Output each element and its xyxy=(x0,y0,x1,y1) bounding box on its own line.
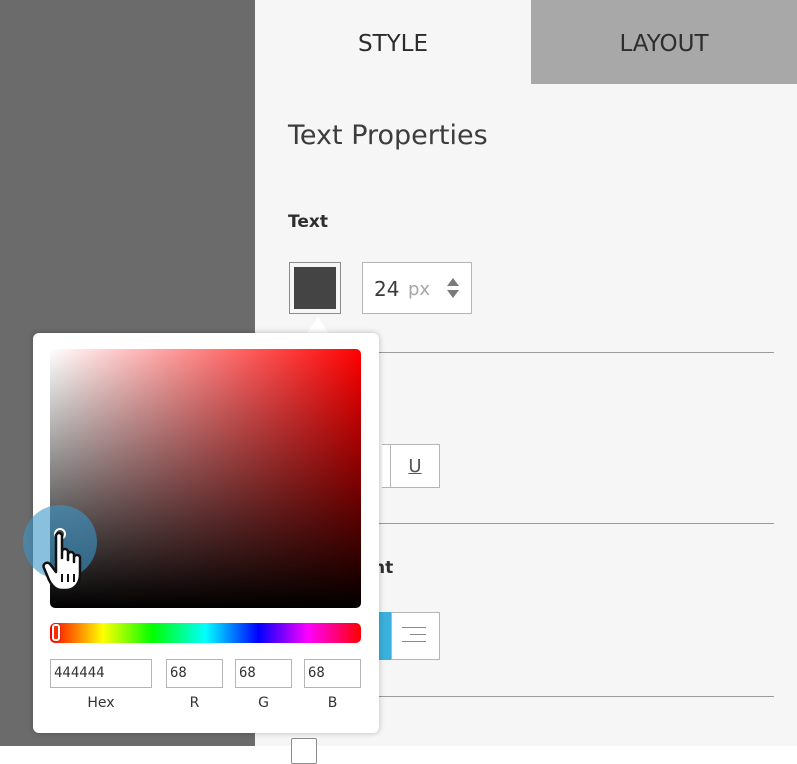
align-right-icon xyxy=(402,627,426,628)
saturation-value-area[interactable] xyxy=(50,349,361,608)
tab-style[interactable]: STYLE xyxy=(255,0,531,84)
font-size-unit: px xyxy=(408,279,431,300)
hue-slider[interactable] xyxy=(50,623,361,643)
font-size-stepper[interactable]: 24 px xyxy=(362,262,472,314)
popup-pointer xyxy=(307,317,329,333)
blue-input[interactable]: 68 xyxy=(304,659,361,688)
green-label: G xyxy=(258,695,269,711)
blue-label: B xyxy=(327,695,338,711)
hex-input[interactable]: 444444 xyxy=(50,659,152,688)
align-right-icon-line xyxy=(402,641,426,642)
hex-label: Hex xyxy=(87,695,115,711)
swatch-fill xyxy=(294,267,336,309)
underline-button[interactable]: U xyxy=(390,444,440,488)
align-right-button[interactable] xyxy=(391,612,440,660)
hue-slider-handle[interactable] xyxy=(52,624,60,641)
tab-layout[interactable]: LAYOUT xyxy=(531,0,797,84)
font-size-value: 24 xyxy=(374,277,400,301)
chevron-down-icon[interactable] xyxy=(447,290,459,298)
checkbox[interactable] xyxy=(291,738,317,764)
hand-pointer-icon xyxy=(42,531,82,592)
green-input[interactable]: 68 xyxy=(235,659,292,688)
align-right-icon-line xyxy=(410,634,426,635)
chevron-up-icon[interactable] xyxy=(447,278,459,286)
red-label: R xyxy=(189,695,200,711)
red-input[interactable]: 68 xyxy=(166,659,223,688)
text-color-swatch[interactable] xyxy=(289,262,341,314)
stepper-arrows[interactable] xyxy=(446,275,460,301)
section-title: Text Properties xyxy=(288,120,488,151)
align-center-button[interactable] xyxy=(379,612,391,660)
text-group-label: Text xyxy=(288,212,328,232)
